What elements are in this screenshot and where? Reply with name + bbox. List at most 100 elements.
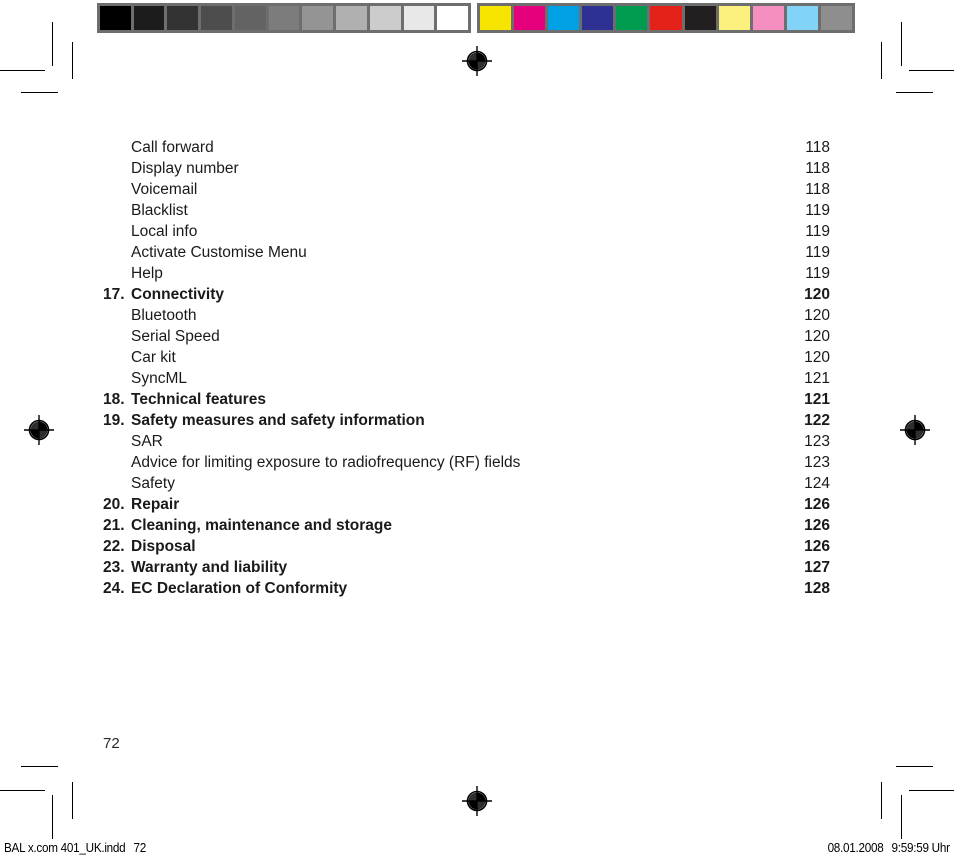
toc-entry-label: Display number: [131, 160, 239, 177]
print-slug-filename: BAL x.com 401_UK.indd: [4, 840, 126, 855]
toc-entry-number: 19.: [103, 412, 125, 429]
toc-row[interactable]: Voicemail 118: [103, 179, 830, 200]
toc-entry-label: Car kit: [131, 349, 176, 366]
toc-row[interactable]: SAR 123: [103, 431, 830, 452]
toc-entry-label: 21. Cleaning, maintenance and storage: [103, 515, 392, 536]
toc-entry-title: Technical features: [131, 391, 266, 408]
toc-entry-page-number: 124: [804, 475, 830, 492]
crop-mark-top-left-inner-vertical: [72, 42, 73, 79]
toc-entry-page-number: 120: [804, 349, 830, 366]
toc-entry-label: SAR: [131, 433, 163, 450]
grayscale-swatch-8: [369, 6, 401, 30]
print-slug-timestamp: 08.01.2008 9:59:59 Uhr: [828, 840, 950, 855]
toc-entry-page-number: 121: [804, 391, 830, 408]
toc-entry-label: Advice for limiting exposure to radiofre…: [131, 454, 521, 471]
grayscale-swatch-4: [234, 6, 266, 30]
toc-row[interactable]: Car kit 120: [103, 347, 830, 368]
toc-entry-page-number: 126: [804, 538, 830, 555]
toc-entry-title: Repair: [131, 496, 180, 513]
toc-row[interactable]: 18. Technical features 121: [103, 389, 830, 410]
toc-row[interactable]: Safety 124: [103, 473, 830, 494]
toc-row[interactable]: Display number 118: [103, 158, 830, 179]
toc-entry-page-number: 120: [804, 307, 830, 324]
crop-mark-bottom-left-outer-vertical: [52, 795, 53, 839]
print-slug-file: BAL x.com 401_UK.indd 72: [4, 840, 146, 855]
toc-entry-page-number: 123: [804, 454, 830, 471]
grayscale-swatch-0: [100, 6, 131, 30]
toc-entry-page-number: 122: [804, 412, 830, 429]
print-slug-time: 9:59:59 Uhr: [891, 840, 950, 855]
registration-target-icon-right: [900, 415, 930, 445]
crop-mark-top-right-inner-horizontal: [896, 92, 933, 93]
toc-row[interactable]: 23. Warranty and liability 127: [103, 557, 830, 578]
toc-entry-label: Safety: [131, 475, 175, 492]
toc-row[interactable]: Call forward 118: [103, 137, 830, 158]
toc-entry-page-number: 123: [804, 433, 830, 450]
toc-entry-page-number: 127: [804, 559, 830, 576]
toc-entry-label: 23. Warranty and liability: [103, 557, 287, 578]
toc-entry-number: 23.: [103, 559, 125, 576]
toc-row[interactable]: Advice for limiting exposure to radiofre…: [103, 452, 830, 473]
toc-entry-label: Bluetooth: [131, 307, 197, 324]
print-slug-date: 08.01.2008: [827, 840, 884, 855]
toc-entry-number: 24.: [103, 580, 125, 597]
toc-entry-number: 21.: [103, 517, 125, 534]
crop-mark-bottom-right-outer-vertical: [901, 795, 902, 839]
printed-page-proof: Call forward 118 Display number 118 Voicemai…: [0, 0, 954, 861]
color-swatch-10: [820, 6, 853, 30]
color-swatch-7: [718, 6, 750, 30]
toc-entry-page-number: 119: [805, 202, 830, 219]
color-swatch-1: [514, 6, 546, 30]
toc-entry-page-number: 118: [805, 181, 830, 198]
toc-row[interactable]: 22. Disposal 126: [103, 536, 830, 557]
toc-entry-label: 22. Disposal: [103, 536, 196, 557]
toc-row[interactable]: Help 119: [103, 263, 830, 284]
toc-entry-label: SyncML: [131, 370, 187, 387]
toc-entry-label: 17. Connectivity: [103, 284, 224, 305]
color-swatch-0: [480, 6, 512, 30]
grayscale-swatch-5: [268, 6, 300, 30]
toc-entry-label: Voicemail: [131, 181, 198, 198]
toc-row[interactable]: Blacklist 119: [103, 200, 830, 221]
grayscale-swatch-2: [167, 6, 199, 30]
toc-entry-page-number: 120: [804, 328, 830, 345]
registration-target-icon-left: [24, 415, 54, 445]
toc-row[interactable]: Local info 119: [103, 221, 830, 242]
crop-mark-bottom-right-inner-horizontal: [896, 766, 933, 767]
color-calibration-bar: [477, 3, 855, 33]
toc-entry-title: Connectivity: [131, 286, 225, 303]
crop-mark-top-right-inner-vertical: [881, 42, 882, 79]
toc-row[interactable]: 19. Safety measures and safety informatio…: [103, 410, 830, 431]
toc-entry-number: 17.: [103, 286, 125, 303]
toc-entry-page-number: 128: [804, 580, 830, 597]
crop-mark-top-left-inner-horizontal: [21, 92, 58, 93]
toc-row[interactable]: Serial Speed 120: [103, 326, 830, 347]
toc-entry-label: Blacklist: [131, 202, 188, 219]
toc-row[interactable]: Activate Customise Menu 119: [103, 242, 830, 263]
toc-row[interactable]: 24. EC Declaration of Conformity 128: [103, 578, 830, 599]
toc-entry-title: Cleaning, maintenance and storage: [131, 517, 392, 534]
toc-entry-label: 20. Repair: [103, 494, 179, 515]
toc-entry-page-number: 126: [804, 496, 830, 513]
toc-row[interactable]: 20. Repair 126: [103, 494, 830, 515]
toc-row[interactable]: 17. Connectivity 120: [103, 284, 830, 305]
grayscale-swatch-3: [201, 6, 232, 30]
grayscale-swatch-1: [133, 6, 165, 30]
toc-entry-page-number: 118: [805, 139, 830, 156]
toc-entry-title: Warranty and liability: [131, 559, 288, 576]
grayscale-swatch-9: [403, 6, 435, 30]
crop-mark-top-left-outer-vertical: [52, 22, 53, 66]
color-swatch-3: [582, 6, 614, 30]
crop-mark-bottom-right-inner-vertical: [881, 782, 882, 819]
print-slug-sheet: 72: [133, 840, 146, 855]
toc-entry-page-number: 121: [804, 370, 830, 387]
crop-mark-top-right-outer-horizontal: [909, 70, 954, 71]
toc-entry-number: 20.: [103, 496, 125, 513]
toc-row[interactable]: SyncML 121: [103, 368, 830, 389]
toc-entry-label: Serial Speed: [131, 328, 220, 345]
toc-entry-number: 22.: [103, 538, 125, 555]
crop-mark-top-left-outer-horizontal: [0, 70, 45, 71]
toc-row[interactable]: 21. Cleaning, maintenance and storage 126: [103, 515, 830, 536]
toc-row[interactable]: Bluetooth 120: [103, 305, 830, 326]
toc-entry-label: 24. EC Declaration of Conformity: [103, 578, 347, 599]
